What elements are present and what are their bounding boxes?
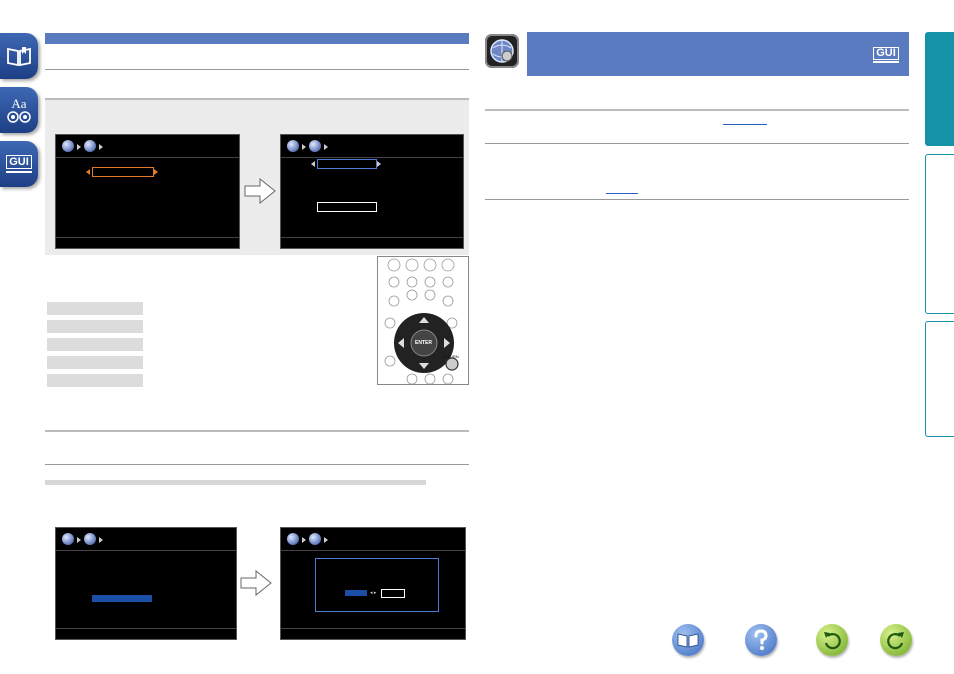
chapter-tab[interactable] <box>925 321 954 437</box>
enter-button-label: ENTER <box>415 340 432 346</box>
divider <box>485 143 909 144</box>
undo-arrow-icon <box>824 632 841 650</box>
gui-tab-underline <box>6 171 32 173</box>
option-row <box>47 338 143 351</box>
screen-before-2 <box>55 527 237 640</box>
edit-field <box>317 159 377 169</box>
section-header-bar <box>45 33 469 44</box>
question-icon <box>754 629 768 650</box>
chapter-tab-active[interactable] <box>925 32 954 146</box>
chapter-tab[interactable] <box>925 154 954 314</box>
page-link[interactable] <box>606 193 638 194</box>
divider <box>485 109 909 111</box>
selected-field <box>92 167 154 177</box>
gui-badge-label: GUI <box>873 47 899 60</box>
option-row <box>47 320 143 333</box>
subsection-bar <box>45 480 426 485</box>
popup-dialog: ◂ ▸ <box>315 558 439 612</box>
gui-badge: GUI <box>873 47 899 63</box>
redo-arrow-icon <box>887 632 904 650</box>
glossary-tab[interactable]: Aa <box>0 87 38 133</box>
right-arrow-icon <box>244 178 276 204</box>
contents-tab[interactable] <box>0 33 38 79</box>
help-button[interactable] <box>745 624 777 656</box>
screen-after-1 <box>280 134 464 249</box>
return-button-label: RETURN <box>442 354 459 359</box>
option-row <box>47 356 143 369</box>
gui-tab-label: GUI <box>6 155 32 169</box>
forward-button[interactable] <box>880 624 912 656</box>
network-icon <box>485 34 519 68</box>
book-icon <box>677 633 699 648</box>
divider <box>45 430 469 432</box>
input-box <box>317 202 377 212</box>
page-link[interactable] <box>723 124 767 125</box>
back-button[interactable] <box>816 624 848 656</box>
gui-tab[interactable]: GUI <box>0 141 38 187</box>
remote-control-illustration: ENTER RETURN <box>377 256 469 385</box>
divider <box>485 199 909 200</box>
speaker-icon <box>7 110 31 123</box>
book-icon <box>7 47 31 67</box>
screen-after-2: ◂ ▸ <box>280 527 466 640</box>
right-arrow-icon <box>240 570 272 596</box>
contents-button[interactable] <box>672 624 704 656</box>
option-row <box>47 374 143 387</box>
glossary-tab-label: Aa <box>11 95 27 111</box>
section-header: GUI <box>527 32 909 76</box>
screen-before-1 <box>55 134 240 249</box>
highlighted-item <box>92 595 152 602</box>
option-row <box>47 302 143 315</box>
divider <box>45 464 469 465</box>
divider <box>45 69 469 70</box>
globe-gear-icon <box>490 39 514 63</box>
